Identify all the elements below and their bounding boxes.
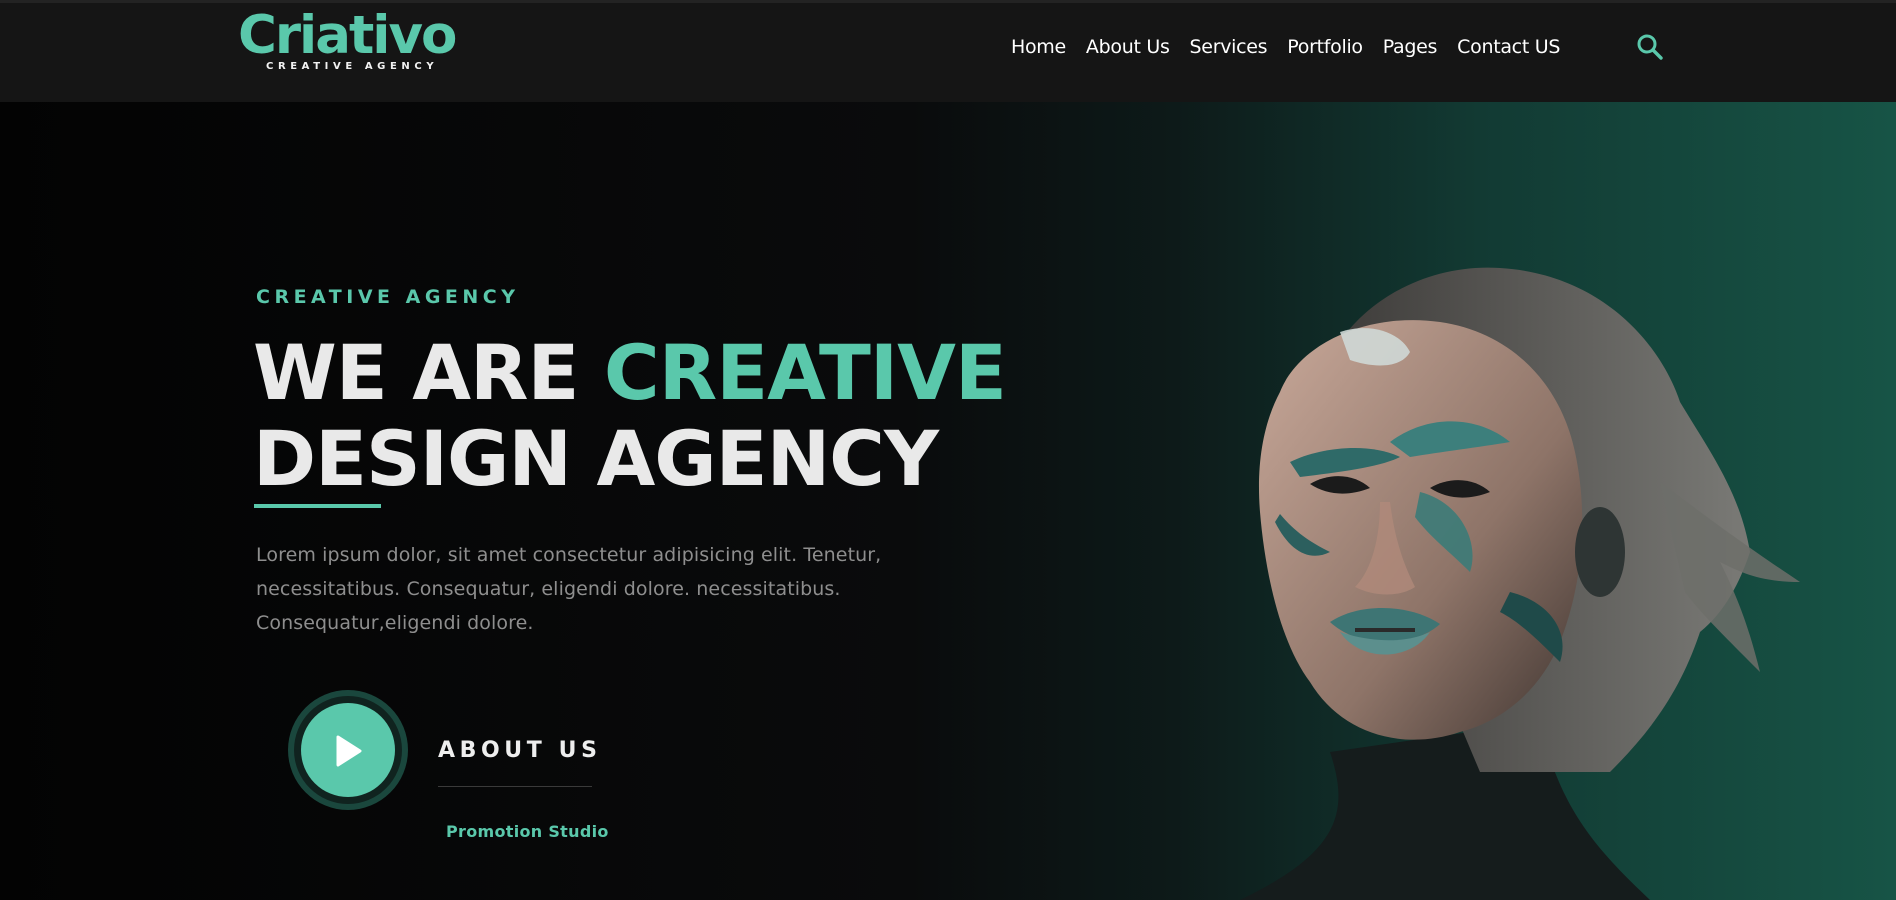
headline-part1: WE ARE [253,328,604,417]
hero-eyebrow: CREATIVE AGENCY [256,286,520,308]
play-icon [336,735,362,767]
about-us-link[interactable]: ABOUT US [438,738,602,763]
brand-tagline: CREATIVE AGENCY [266,61,439,72]
hero-headline: WE ARE CREATIVE DESIGN AGENCY [253,328,1007,503]
nav-item-portfolio[interactable]: Portfolio [1287,36,1363,58]
search-icon [1637,34,1663,60]
play-video-button[interactable] [288,690,410,812]
about-divider [438,786,592,787]
hero-portrait-image [1240,267,1800,900]
nav-item-pages[interactable]: Pages [1383,36,1438,58]
nav-item-contact-us[interactable]: Contact US [1457,36,1560,58]
main-nav: Home About Us Services Portfolio Pages C… [1011,36,1580,58]
headline-accent: CREATIVE [603,328,1007,417]
hero-section: CREATIVE AGENCY WE ARE CREATIVE DESIGN A… [0,102,1896,900]
site-header: Criativo CREATIVE AGENCY Home About Us S… [0,0,1896,102]
nav-item-about-us[interactable]: About Us [1086,36,1170,58]
brand-logo[interactable]: Criativo CREATIVE AGENCY [238,5,460,75]
hero-description: Lorem ipsum dolor, sit amet consectetur … [256,544,882,634]
promo-label: Promotion Studio [446,822,609,841]
headline-line2: DESIGN AGENCY [253,414,939,503]
brand-name: Criativo [238,5,457,66]
nav-item-services[interactable]: Services [1190,36,1268,58]
headline-underline [254,504,381,508]
nav-item-home[interactable]: Home [1011,36,1066,58]
search-button[interactable] [1636,33,1664,61]
